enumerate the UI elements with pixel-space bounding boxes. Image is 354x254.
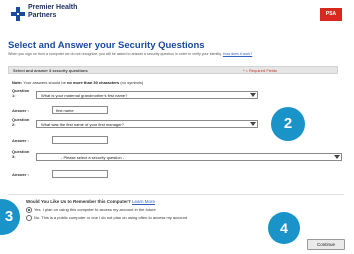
- site-header: Premier Health Partners PSA: [6, 2, 348, 36]
- answer-3-label: Answer :: [12, 172, 29, 177]
- page-title: Select and Answer your Security Question…: [8, 40, 205, 51]
- how-it-works-link[interactable]: How does it work?: [223, 52, 252, 56]
- answer-3-input[interactable]: [52, 170, 108, 178]
- question-3-selected: - Please select a security question -: [61, 155, 125, 160]
- question-1-label: Question 1:: [12, 88, 29, 98]
- brand-badge: PSA: [320, 8, 342, 21]
- section-divider: [8, 194, 344, 195]
- question-1-select[interactable]: What is your maternal grandmother's firs…: [36, 91, 258, 99]
- question-2-selected: What was the first name of your first ma…: [41, 122, 124, 127]
- answer-1-value: first name: [56, 108, 74, 113]
- callout-4-badge: 4: [268, 212, 300, 244]
- question-3-label-b: 3:: [12, 153, 16, 159]
- chevron-down-icon: [250, 93, 256, 97]
- answer-2-label: Answer :: [12, 138, 29, 143]
- question-3-select[interactable]: - Please select a security question -: [36, 153, 342, 161]
- required-fields-note: * = Required Fields: [242, 68, 277, 73]
- logo-line-2: Partners: [28, 12, 57, 19]
- chevron-down-icon: [334, 155, 340, 159]
- note-suffix: (no symbols): [120, 80, 144, 85]
- learn-more-link[interactable]: Learn More: [132, 199, 155, 204]
- remember-computer-title: Would You Like Us to Remember this Compu…: [26, 199, 155, 204]
- note-emphasis: no more than 30 characters: [66, 80, 120, 85]
- radio-no[interactable]: [26, 215, 32, 221]
- remember-title-text: Would You Like Us to Remember this Compu…: [26, 199, 131, 204]
- logo-text: Premier Health Partners: [28, 4, 77, 20]
- intro-text: When you sign on from a computer we do n…: [8, 52, 334, 57]
- cross-logo-icon: [11, 7, 25, 21]
- callout-3-badge: 3: [0, 199, 20, 235]
- chevron-down-icon: [250, 122, 256, 126]
- remember-no-label: No. This is a public computer or one I d…: [34, 215, 187, 221]
- question-2-label: Question 2:: [12, 117, 29, 127]
- note-prefix: Note:: [12, 80, 23, 85]
- answer-1-input[interactable]: first name: [52, 106, 108, 114]
- remember-yes-option[interactable]: Yes. I plan on using this computer to ac…: [26, 207, 156, 213]
- remember-no-option[interactable]: No. This is a public computer or one I d…: [26, 215, 187, 221]
- callout-2-badge: 2: [271, 107, 305, 141]
- question-3-label: Question 3:: [12, 149, 29, 159]
- security-questions-page: Premier Health Partners PSA Select and A…: [0, 0, 354, 254]
- radio-yes[interactable]: [26, 207, 32, 213]
- question-2-select[interactable]: What was the first name of your first ma…: [36, 120, 258, 128]
- continue-button[interactable]: Continue: [307, 239, 345, 250]
- note-text: Your answers should be: [23, 80, 66, 85]
- question-1-label-b: 1:: [12, 92, 16, 98]
- intro-body: When you sign on from a computer we do n…: [8, 52, 222, 56]
- character-limit-note: Note: Your answers should be no more tha…: [12, 80, 143, 85]
- section-header: Select and answer 3 security questions *…: [8, 66, 338, 74]
- answer-1-label: Answer :: [12, 108, 29, 113]
- logo-line-1: Premier Health: [28, 4, 78, 11]
- question-2-label-b: 2:: [12, 121, 16, 127]
- section-label: Select and answer 3 security questions: [13, 68, 88, 73]
- remember-yes-label: Yes. I plan on using this computer to ac…: [34, 207, 156, 213]
- question-1-selected: What is your maternal grandmother's firs…: [41, 93, 128, 98]
- answer-2-input[interactable]: [52, 136, 108, 144]
